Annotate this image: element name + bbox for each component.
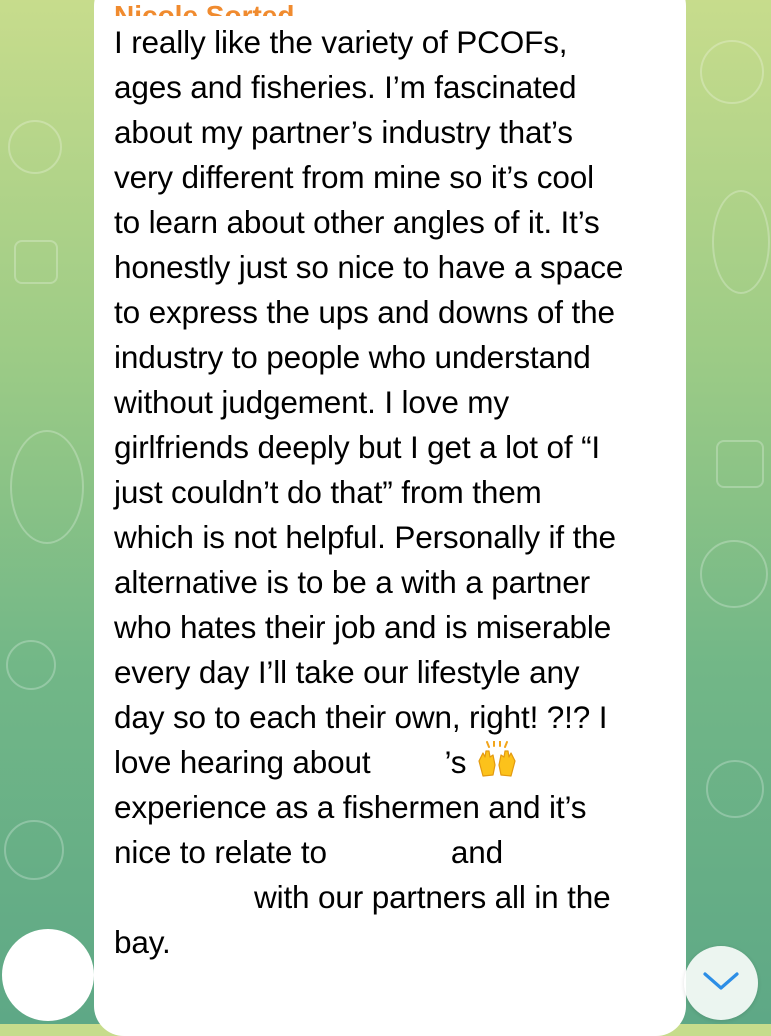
wallpaper-doodle [700,540,768,608]
message-line: industry to people who understand [114,339,591,375]
message-line: who hates their job and is miserable [114,609,612,645]
message-line: ages and fisheries. I’m fascinated [114,69,577,105]
message-line: to learn about other angles of it. It’s [114,204,600,240]
message-line: ’s [444,744,467,780]
message-bubble[interactable]: Nicole Sorted I really like the variety … [94,0,686,1036]
raising-hands-emoji [475,740,519,779]
message-line: every day I’ll take our lifestyle any [114,654,580,690]
wallpaper-doodle [6,640,56,690]
sender-name[interactable]: Nicole Sorted [114,2,294,16]
message-line: and [450,834,503,870]
message-line: without judgement. I love my [114,384,509,420]
wallpaper-doodle [716,440,764,488]
wallpaper-doodle [712,190,770,294]
message-line: experience as a fishermen and it’s [114,789,587,825]
message-text: I really like the variety of PCOFs, ages… [114,20,658,965]
sender-avatar[interactable] [2,929,94,1021]
chevron-down-icon [701,969,741,998]
message-line: about my partner’s industry that’s [114,114,573,150]
wallpaper-doodle [706,760,764,818]
message-line: just couldn’t do that” from them [114,474,542,510]
scroll-down-button[interactable] [684,946,758,1020]
message-line: which is not helpful. Personally if the [114,519,616,555]
message-line: bay. [114,924,171,960]
wallpaper-doodle [10,430,84,544]
wallpaper-doodle [4,820,64,880]
message-line: very different from mine so it’s cool [114,159,594,195]
message-line: nice to relate to [114,834,327,870]
message-line: love hearing about [114,744,371,780]
message-line: day so to each their own, right! ?!? I [114,699,608,735]
message-line: alternative is to be a with a partner [114,564,590,600]
message-line: girlfriends deeply but I get a lot of “I [114,429,601,465]
message-line: honestly just so nice to have a space [114,249,624,285]
message-line: with our partners all in the [254,879,611,915]
message-line: to express the ups and downs of the [114,294,615,330]
wallpaper-doodle [8,120,62,174]
wallpaper-doodle [14,240,58,284]
wallpaper-doodle [700,40,764,104]
message-line: I really like the variety of PCOFs, [114,24,568,60]
